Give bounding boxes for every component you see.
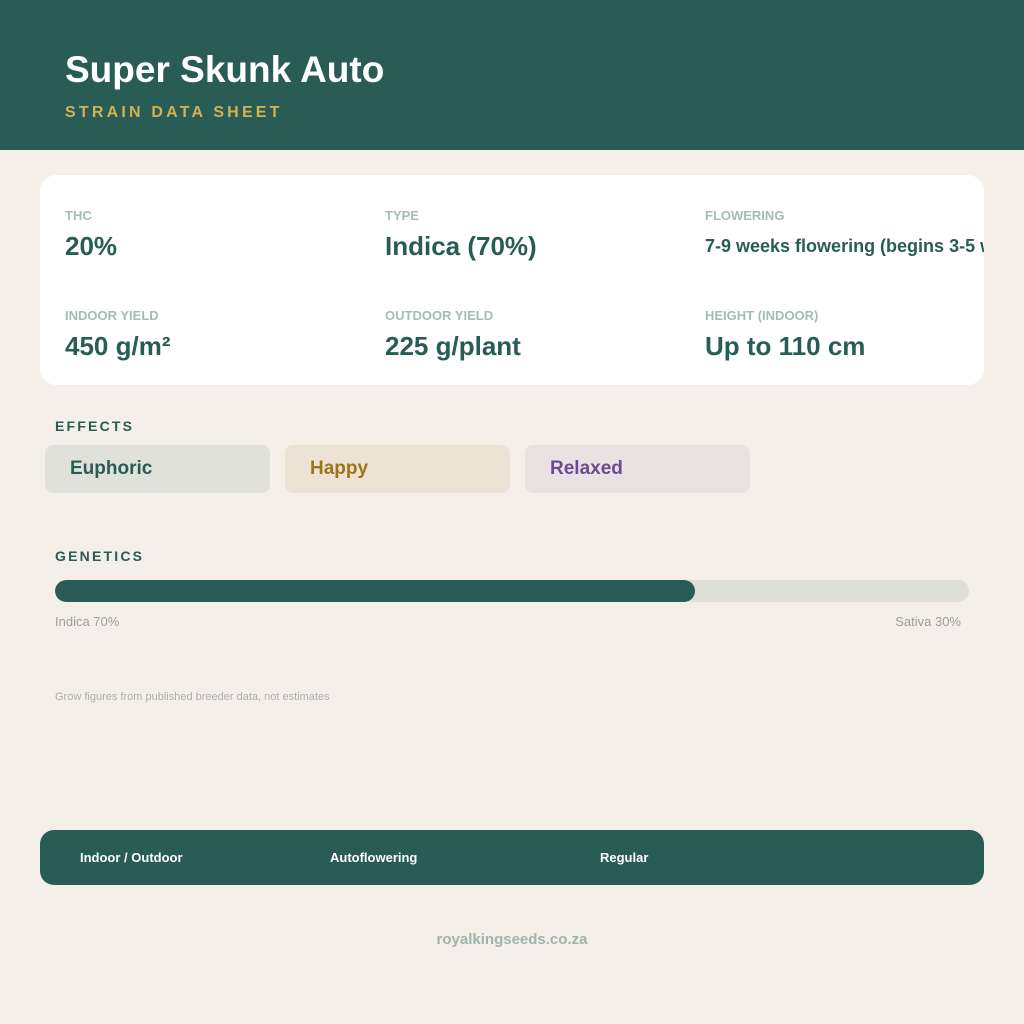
- stat-flowering: FLOWERING 7-9 weeks flowering (begins 3-…: [705, 208, 984, 258]
- stat-label: TYPE: [385, 208, 419, 223]
- footer-item-seed-type: Regular: [600, 850, 649, 865]
- effects-heading: EFFECTS: [55, 418, 135, 434]
- effect-tag-happy: Happy: [285, 445, 510, 493]
- page-title: Super Skunk Auto: [65, 49, 385, 90]
- stat-thc: THC 20%: [65, 208, 117, 262]
- data-source-note: Grow figures from published breeder data…: [55, 691, 330, 703]
- stat-outdoor-yield: OUTDOOR YIELD 225 g/plant: [385, 308, 521, 362]
- stat-label: INDOOR YIELD: [65, 308, 159, 323]
- effect-tag-relaxed: Relaxed: [525, 445, 750, 493]
- footer-bar: Indoor / Outdoor Autoflowering Regular: [40, 830, 984, 885]
- stat-label: HEIGHT (INDOOR): [705, 308, 819, 323]
- stat-value: Indica (70%): [385, 231, 537, 261]
- footer-item-flowering-type: Autoflowering: [330, 850, 418, 865]
- stats-card: THC 20% TYPE Indica (70%) FLOWERING 7-9 …: [40, 175, 984, 385]
- stat-value: 7-9 weeks flowering (begins 3-5 weeks): [705, 236, 984, 256]
- footer-item-environment: Indoor / Outdoor: [80, 850, 183, 865]
- stat-value: 20%: [65, 231, 118, 261]
- genetics-heading: GENETICS: [55, 548, 145, 564]
- stat-height: HEIGHT (INDOOR) Up to 110 cm: [705, 308, 865, 362]
- effect-tag-euphoric: Euphoric: [45, 445, 270, 493]
- stat-type: TYPE Indica (70%): [385, 208, 537, 262]
- stat-indoor-yield: INDOOR YIELD 450 g/m²: [65, 308, 171, 362]
- indica-caption: Indica 70%: [55, 614, 120, 629]
- stat-value: 450 g/m²: [65, 331, 171, 361]
- header: Super Skunk Auto STRAIN DATA SHEET: [0, 0, 1024, 150]
- stat-label: THC: [65, 208, 92, 223]
- stat-value: Up to 110 cm: [705, 331, 866, 361]
- sativa-caption: Sativa 30%: [895, 614, 961, 629]
- website-link[interactable]: royalkingseeds.co.za: [0, 931, 1024, 949]
- genetics-bar-indica-fill: [55, 580, 695, 602]
- stat-label: OUTDOOR YIELD: [385, 308, 494, 323]
- genetics-bar: [55, 580, 969, 602]
- page-subtitle: STRAIN DATA SHEET: [65, 104, 283, 121]
- stat-label: FLOWERING: [705, 208, 785, 223]
- stat-value: 225 g/plant: [385, 331, 521, 361]
